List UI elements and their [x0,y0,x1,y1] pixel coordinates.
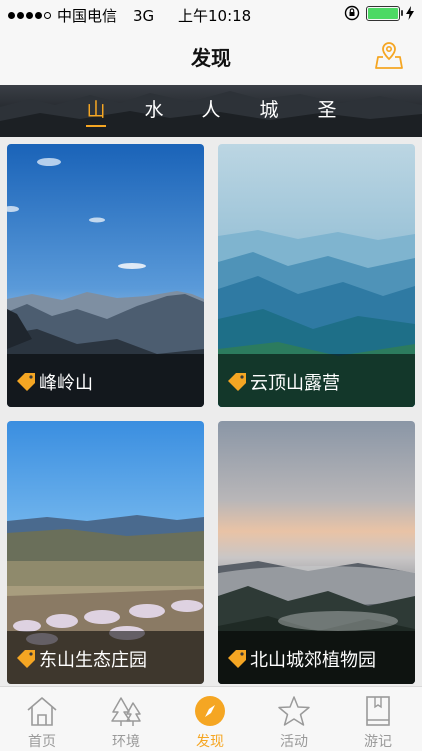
signal-icon [8,12,51,19]
card-title: 北山城郊植物园 [250,650,376,671]
battery-icon [366,5,403,21]
tag-icon [228,373,246,391]
tag-icon [228,650,246,668]
compass-icon [195,696,225,726]
active-tab-indicator [86,125,106,127]
category-tabs: 山 水 人 城 圣 [0,95,422,127]
carrier-info: 中国电信 3G [8,5,154,26]
category-label: 人 [201,99,221,121]
category-tab-water[interactable]: 水 [139,95,169,122]
trees-icon [111,697,141,726]
navigation-bar: 发现 [0,28,422,85]
place-card[interactable]: 峰岭山 [7,144,204,407]
category-tab-mountain[interactable]: 山 [81,95,111,127]
map-pin-icon [375,42,403,69]
tab-travel-notes[interactable]: 游记 [336,687,420,751]
category-label: 水 [144,99,164,121]
place-card[interactable]: 云顶山露营 [218,144,415,407]
bottom-tab-bar: 首页 环境 发现 活动 游记 [0,686,422,751]
charging-icon [406,6,414,20]
category-tab-people[interactable]: 人 [196,95,226,122]
status-bar: 中国电信 3G 上午10:18 [0,0,422,28]
network-type: 3G [133,6,155,25]
tab-label: 发现 [196,734,224,750]
star-icon [278,696,310,726]
place-card[interactable]: 北山城郊植物园 [218,421,415,684]
carrier-name: 中国电信 [57,7,118,25]
card-caption: 北山城郊植物园 [218,631,415,684]
place-card[interactable]: 东山生态庄园 [7,421,204,684]
tab-activities[interactable]: 活动 [252,687,336,751]
card-title: 云顶山露营 [250,373,340,394]
tab-label: 活动 [280,734,308,750]
category-label: 城 [259,99,279,121]
tag-icon [17,373,35,391]
category-tab-city[interactable]: 城 [254,95,284,122]
status-right [344,5,414,21]
status-time: 上午10:18 [178,7,252,25]
category-tab-holy[interactable]: 圣 [312,95,342,122]
card-title: 峰岭山 [39,373,93,394]
tab-label: 环境 [112,734,140,750]
home-icon [27,697,57,726]
card-caption: 东山生态庄园 [7,631,204,684]
category-label: 山 [86,99,106,121]
orientation-lock-icon [344,5,360,21]
map-location-button[interactable] [374,40,404,70]
tab-discover[interactable]: 发现 [168,687,252,751]
tab-home[interactable]: 首页 [0,687,84,751]
card-title: 东山生态庄园 [39,650,147,671]
card-caption: 峰岭山 [7,354,204,407]
tab-label: 首页 [28,734,56,750]
page-title: 发现 [191,46,231,70]
category-bar: 山 水 人 城 圣 [0,85,422,137]
category-label: 圣 [317,99,337,121]
card-caption: 云顶山露营 [218,354,415,407]
tab-label: 游记 [364,734,392,750]
book-icon [366,696,390,726]
tag-icon [17,650,35,668]
tab-environment[interactable]: 环境 [84,687,168,751]
